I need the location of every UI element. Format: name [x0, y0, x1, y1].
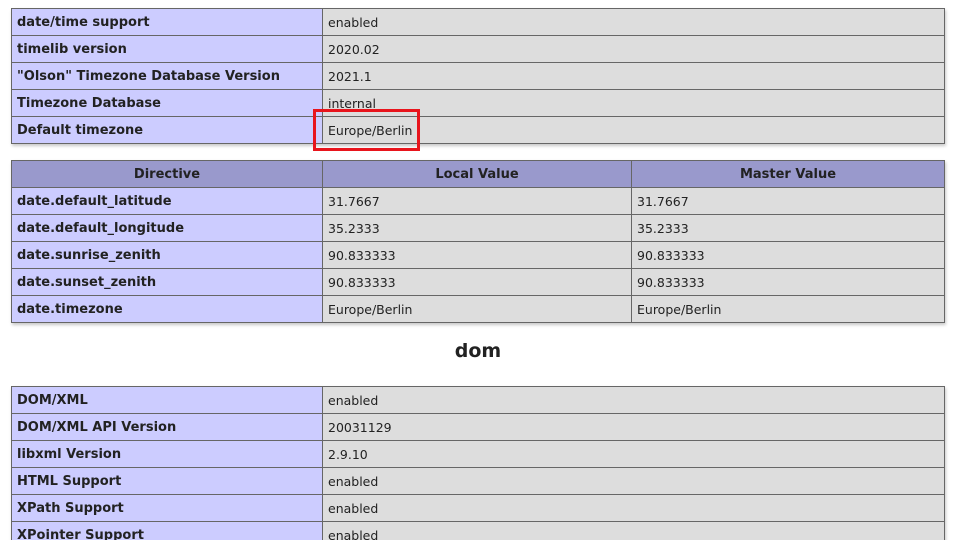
master-value: 90.833333: [631, 268, 945, 296]
default-timezone-value: Europe/Berlin: [322, 116, 945, 144]
directive-name: date.sunrise_zenith: [11, 241, 323, 269]
table-row: date.sunset_zenith 90.833333 90.833333: [11, 268, 945, 296]
table-row: XPointer Support enabled: [11, 521, 945, 540]
table-row: Default timezone Europe/Berlin: [11, 116, 945, 144]
table-header-row: Directive Local Value Master Value: [11, 160, 945, 188]
local-value: 90.833333: [322, 241, 632, 269]
row-label: DOM/XML: [11, 386, 323, 414]
row-label: timelib version: [11, 35, 323, 63]
phpinfo-page: date/time support enabled timelib versio…: [0, 0, 960, 540]
table-row: date.timezone Europe/Berlin Europe/Berli…: [11, 295, 945, 323]
table-row: DOM/XML enabled: [11, 386, 945, 414]
master-value: Europe/Berlin: [631, 295, 945, 323]
row-label: Default timezone: [11, 116, 323, 144]
row-label: HTML Support: [11, 467, 323, 495]
table-row: timelib version 2020.02: [11, 35, 945, 63]
table-row: date.sunrise_zenith 90.833333 90.833333: [11, 241, 945, 269]
dom-table: DOM/XML enabled DOM/XML API Version 2003…: [11, 386, 945, 540]
row-value: 2021.1: [322, 62, 945, 90]
directive-name: date.timezone: [11, 295, 323, 323]
table-row: date.default_latitude 31.7667 31.7667: [11, 187, 945, 215]
master-value-column-header: Master Value: [631, 160, 945, 188]
row-value: enabled: [322, 386, 945, 414]
row-label: date/time support: [11, 8, 323, 36]
table-row: XPath Support enabled: [11, 494, 945, 522]
row-value: 2020.02: [322, 35, 945, 63]
local-value: 31.7667: [322, 187, 632, 215]
directive-name: date.sunset_zenith: [11, 268, 323, 296]
row-label: libxml Version: [11, 440, 323, 468]
local-value: 90.833333: [322, 268, 632, 296]
table-row: DOM/XML API Version 20031129: [11, 413, 945, 441]
date-support-table: date/time support enabled timelib versio…: [11, 8, 945, 144]
table-row: HTML Support enabled: [11, 467, 945, 495]
table-row: "Olson" Timezone Database Version 2021.1: [11, 62, 945, 90]
row-label: XPointer Support: [11, 521, 323, 540]
row-value: enabled: [322, 467, 945, 495]
date-directives-table: Directive Local Value Master Value date.…: [11, 160, 945, 323]
row-value: enabled: [322, 521, 945, 540]
row-value: enabled: [322, 8, 945, 36]
row-value: internal: [322, 89, 945, 117]
table-row: date.default_longitude 35.2333 35.2333: [11, 214, 945, 242]
table-row: Timezone Database internal: [11, 89, 945, 117]
master-value: 31.7667: [631, 187, 945, 215]
table-row: libxml Version 2.9.10: [11, 440, 945, 468]
row-label: DOM/XML API Version: [11, 413, 323, 441]
row-value: 20031129: [322, 413, 945, 441]
directive-name: date.default_longitude: [11, 214, 323, 242]
section-title-dom: dom: [454, 340, 502, 362]
master-value: 35.2333: [631, 214, 945, 242]
row-value: enabled: [322, 494, 945, 522]
local-value: Europe/Berlin: [322, 295, 632, 323]
directive-name: date.default_latitude: [11, 187, 323, 215]
local-value: 35.2333: [322, 214, 632, 242]
row-label: XPath Support: [11, 494, 323, 522]
row-label: Timezone Database: [11, 89, 323, 117]
directive-column-header: Directive: [11, 160, 323, 188]
row-value: 2.9.10: [322, 440, 945, 468]
local-value-column-header: Local Value: [322, 160, 632, 188]
table-row: date/time support enabled: [11, 8, 945, 36]
row-label: "Olson" Timezone Database Version: [11, 62, 323, 90]
master-value: 90.833333: [631, 241, 945, 269]
